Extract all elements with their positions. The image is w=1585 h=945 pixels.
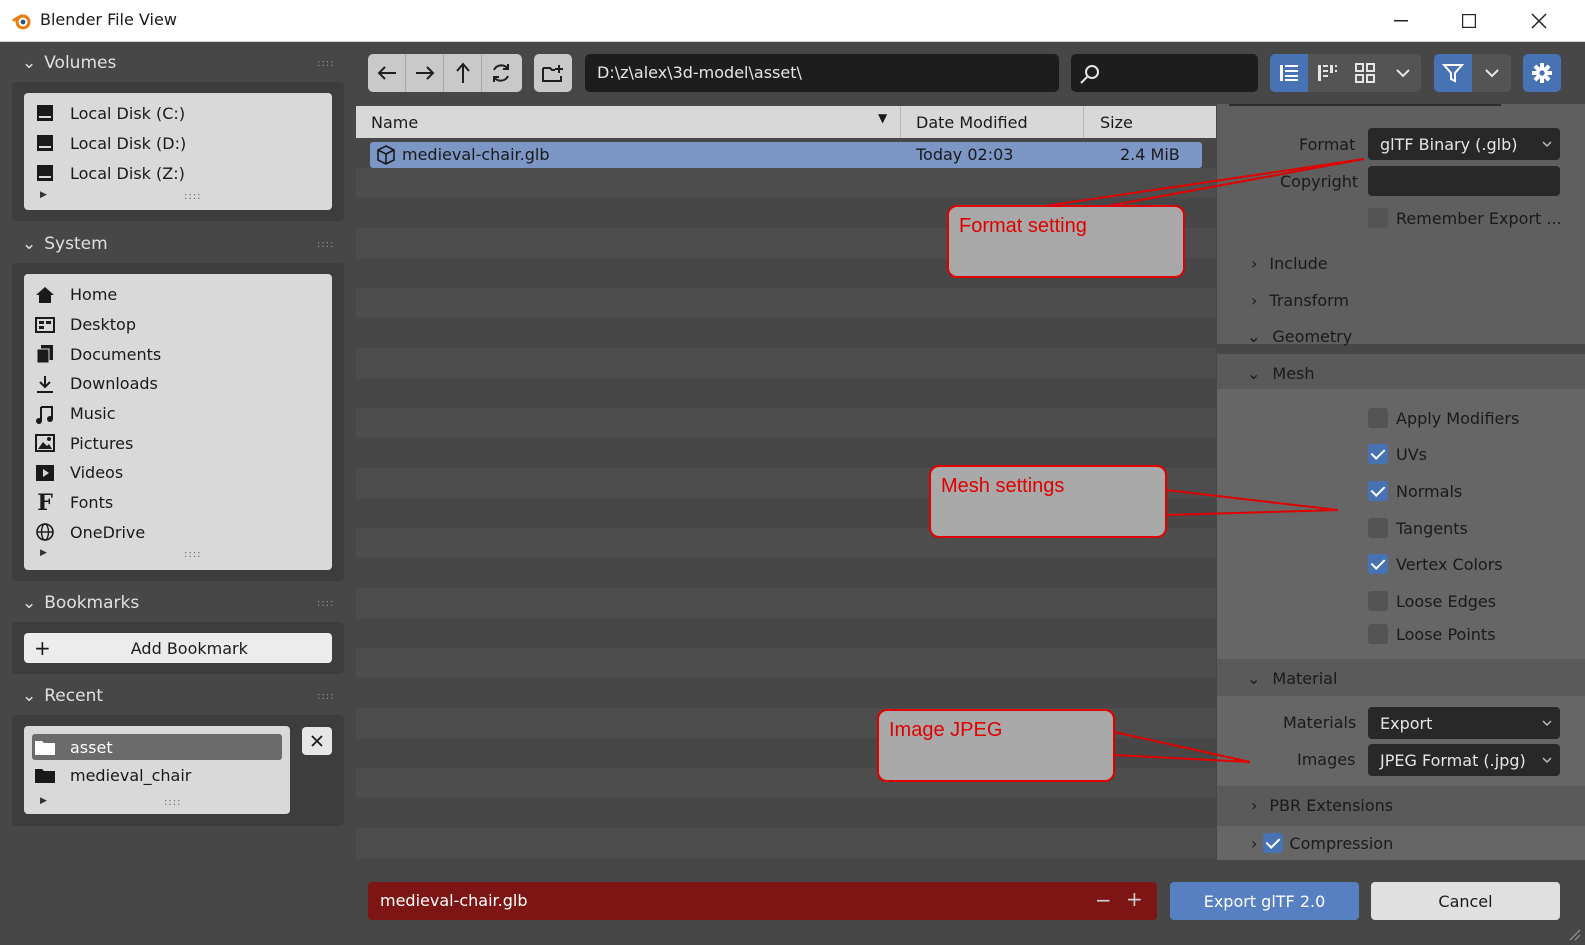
filename-value: medieval-chair.glb — [380, 891, 528, 910]
callout-arrows — [1044, 158, 1365, 763]
resize-corner-icon[interactable] — [1568, 928, 1582, 942]
export-gltf-button[interactable]: Export glTF 2.0 — [1170, 882, 1359, 920]
filename-input[interactable]: medieval-chair.glb − + — [368, 882, 1157, 920]
callout-mesh-settings: Mesh settings — [929, 465, 1167, 538]
increment-filename-button[interactable]: + — [1126, 887, 1143, 911]
decrement-filename-button[interactable]: − — [1095, 888, 1112, 912]
callout-format-setting: Format setting — [947, 205, 1185, 278]
callout-image-jpeg: Image JPEG — [877, 709, 1115, 782]
cancel-button[interactable]: Cancel — [1371, 882, 1560, 920]
